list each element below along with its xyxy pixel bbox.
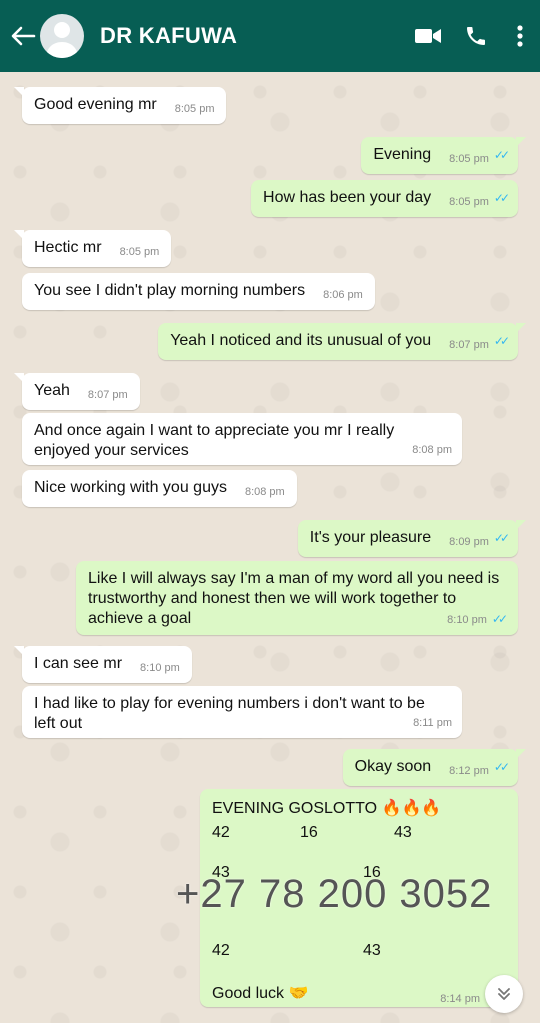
lotto-title: EVENING GOSLOTTO	[212, 800, 378, 817]
lotto-number: 43	[363, 942, 381, 959]
message-outgoing[interactable]: Yeah I noticed and its unusual of you 8:0…	[158, 323, 526, 360]
message-time: 8:10 pm ✓✓	[447, 612, 508, 626]
message-text: I can see mr	[34, 655, 123, 672]
message-text: Okay soon	[354, 758, 432, 775]
message-incoming[interactable]: Yeah 8:07 pm	[14, 373, 140, 410]
message-incoming[interactable]: Good evening mr 8:05 pm	[13, 87, 227, 124]
good-luck-line: Good luck 🤝	[212, 984, 308, 1004]
message-time: 8:05 pm	[119, 246, 160, 258]
lotto-number: 16	[300, 824, 318, 841]
message-text: Good evening mr	[34, 96, 157, 113]
message-text: Yeah	[34, 382, 70, 399]
message-time: 8:12 pm	[449, 765, 489, 777]
read-ticks-icon: ✓✓	[493, 148, 510, 162]
message-incoming[interactable]: Hectic mr 8:05 pm	[13, 230, 172, 267]
message-text: I had like to play for evening numbers i…	[34, 695, 425, 732]
message-text: Nice working with you guys	[34, 479, 227, 496]
message-time: 8:05 pm	[449, 153, 489, 165]
message-outgoing[interactable]: How has been your day 8:05 pm ✓✓	[251, 180, 518, 217]
message-text: Evening	[373, 146, 432, 163]
lotto-number: 42	[212, 824, 230, 841]
message-incoming[interactable]: And once again I want to appreciate you …	[22, 413, 462, 465]
handshake-emoji-icon: 🤝	[288, 985, 309, 1002]
message-time: 8:14 pm	[440, 993, 480, 1005]
message-time: 8:11 pm	[413, 717, 452, 729]
read-ticks-icon: ✓✓	[493, 191, 510, 205]
read-ticks-icon: ✓✓	[493, 531, 510, 545]
lotto-number: 42	[212, 942, 230, 959]
good-luck-text: Good luck	[212, 985, 285, 1002]
read-ticks-icon: ✓✓	[493, 760, 510, 774]
avatar[interactable]	[40, 14, 84, 58]
lotto-title-line: EVENING GOSLOTTO 🔥🔥🔥	[212, 799, 441, 819]
message-text: You see I didn't play morning numbers	[34, 282, 306, 299]
fire-emoji-icon: 🔥🔥🔥	[381, 800, 442, 817]
voice-call-icon[interactable]	[452, 0, 500, 72]
read-ticks-icon: ✓✓	[493, 334, 510, 348]
message-text: And once again I want to appreciate you …	[34, 422, 395, 459]
lotto-number: 43	[394, 824, 412, 841]
message-time: 8:10 pm	[140, 662, 180, 674]
message-time: 8:08 pm	[244, 486, 285, 498]
contact-name[interactable]: DR KAFUWA	[100, 23, 404, 49]
message-outgoing[interactable]: Okay soon 8:12 pm ✓✓	[342, 749, 527, 786]
more-options-icon[interactable]	[500, 0, 540, 72]
message-outgoing[interactable]: Evening 8:05 pm ✓✓	[361, 137, 526, 174]
message-outgoing[interactable]: Like I will always say I'm a man of my w…	[76, 561, 518, 635]
message-time: 8:05 pm	[174, 103, 215, 115]
message-time: 8:09 pm	[449, 536, 489, 548]
video-call-icon[interactable]	[404, 0, 452, 72]
message-time: 8:07 pm	[87, 389, 128, 401]
message-incoming[interactable]: I had like to play for evening numbers i…	[22, 686, 462, 738]
default-avatar-icon	[46, 22, 78, 58]
message-text: How has been your day	[263, 189, 432, 206]
scroll-down-button[interactable]	[485, 975, 523, 1013]
message-incoming[interactable]: You see I didn't play morning numbers 8:0…	[22, 273, 375, 310]
back-arrow-icon[interactable]	[8, 25, 38, 47]
double-chevron-down-icon	[498, 988, 510, 1000]
message-text: Yeah I noticed and its unusual of you	[170, 332, 432, 349]
message-incoming[interactable]: I can see mr 8:10 pm	[14, 646, 192, 683]
message-text: Like I will always say I'm a man of my w…	[88, 570, 500, 627]
message-text: Hectic mr	[34, 239, 102, 256]
message-time: 8:08 pm	[412, 444, 452, 456]
read-ticks-icon: ✓✓	[491, 612, 508, 626]
message-incoming[interactable]: Nice working with you guys 8:08 pm	[22, 470, 297, 507]
overlay-phone-number: +27 78 200 3052	[176, 872, 493, 916]
message-time: 8:06 pm	[323, 289, 363, 301]
message-text: It's your pleasure	[309, 529, 432, 546]
chat-header: DR KAFUWA	[0, 0, 540, 72]
message-time: 8:05 pm	[449, 196, 489, 208]
message-outgoing[interactable]: It's your pleasure 8:09 pm ✓✓	[297, 520, 527, 557]
message-time: 8:07 pm	[449, 339, 489, 351]
